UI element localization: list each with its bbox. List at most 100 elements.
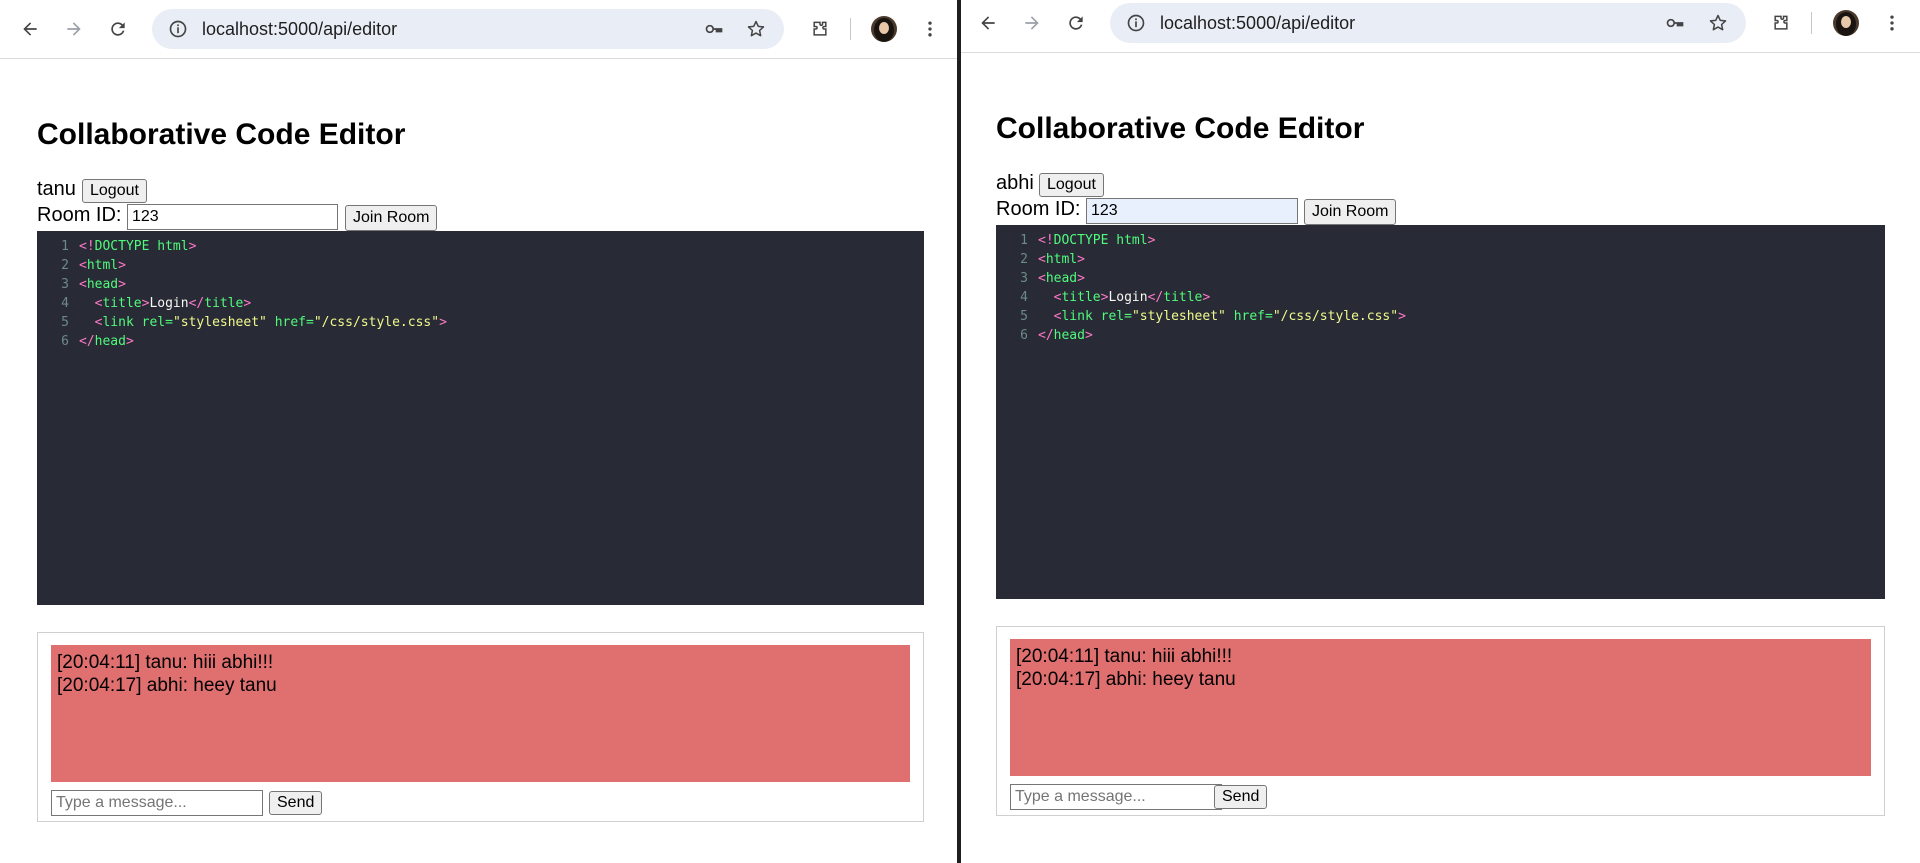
line-number: 1 [61, 239, 69, 254]
code-token: head [86, 277, 119, 292]
browser-window-right: localhost:5000/api/editor Collaborative … [961, 0, 1920, 863]
url-text: localhost:5000/api/editor [202, 19, 398, 39]
code-token: "/css/style.css" [1272, 309, 1399, 324]
code-token: </ [1038, 328, 1054, 343]
room-id-input[interactable] [127, 204, 338, 230]
code-token: title [204, 296, 244, 311]
reload-icon[interactable] [102, 13, 134, 45]
code-token: < [1038, 252, 1046, 267]
line-number: 3 [1020, 271, 1028, 286]
code-token: link [1061, 309, 1093, 324]
password-key-icon[interactable] [1661, 9, 1689, 37]
line-number: 4 [1020, 290, 1028, 305]
bookmark-star-icon[interactable] [1704, 9, 1732, 37]
code-line: 1 <!DOCTYPE html> [37, 237, 196, 256]
back-arrow-icon[interactable] [14, 13, 46, 45]
message-input[interactable] [51, 790, 263, 816]
code-token: title [102, 296, 142, 311]
line-number: 6 [1020, 328, 1028, 343]
send-button[interactable]: Send [1214, 785, 1268, 809]
page-title: Collaborative Code Editor [37, 118, 406, 151]
code-token: > [1084, 328, 1093, 343]
site-info-icon[interactable] [164, 15, 192, 43]
line-number: 5 [1020, 309, 1028, 324]
line-number: 1 [1020, 233, 1028, 248]
more-menu-icon[interactable] [1876, 7, 1908, 39]
reload-icon[interactable] [1060, 7, 1092, 39]
code-line: 6 </head> [37, 332, 134, 351]
address-bar[interactable]: localhost:5000/api/editor [152, 9, 784, 49]
code-token: > [125, 334, 134, 349]
line-number: 5 [61, 315, 69, 330]
address-bar[interactable]: localhost:5000/api/editor [1110, 3, 1746, 43]
code-token: html [86, 258, 119, 273]
code-token: > [188, 239, 197, 254]
profile-avatar[interactable] [871, 16, 897, 42]
message-input[interactable] [1010, 784, 1222, 810]
extensions-puzzle-icon[interactable] [804, 13, 836, 45]
forward-arrow-icon[interactable] [1016, 7, 1048, 39]
chat-message: [20:04:17] abhi: heey tanu [1016, 669, 1236, 690]
browser-window-left: localhost:5000/api/editor Collaborative … [0, 0, 957, 863]
code-token: <! [1038, 233, 1054, 248]
page-content: Collaborative Code Editor tanu Logout Ro… [0, 58, 957, 863]
logout-button[interactable]: Logout [82, 179, 147, 203]
logout-button[interactable]: Logout [1039, 173, 1104, 197]
code-line: 4 <title>Login</title> [996, 288, 1210, 307]
code-token: </ [188, 296, 205, 311]
code-token: > [243, 296, 252, 311]
code-token: > [439, 315, 447, 330]
line-number: 2 [61, 258, 69, 273]
code-token: rel= [141, 315, 173, 330]
code-token: title [1163, 290, 1203, 305]
code-line: 2 <html> [996, 250, 1085, 269]
code-token: html [1045, 252, 1078, 267]
profile-avatar[interactable] [1833, 10, 1859, 36]
code-token: > [1077, 252, 1085, 267]
join-room-button[interactable]: Join Room [1304, 199, 1397, 225]
toolbar-separator [1811, 12, 1812, 34]
code-token: > [1398, 309, 1406, 324]
code-token: "/css/style.css" [313, 315, 440, 330]
extensions-puzzle-icon[interactable] [1765, 7, 1797, 39]
line-number: 3 [61, 277, 69, 292]
code-token: href= [274, 315, 314, 330]
code-token: > [1202, 290, 1211, 305]
password-key-icon[interactable] [700, 15, 728, 43]
code-line: 5 <link rel="stylesheet" href="/css/styl… [37, 313, 447, 332]
code-editor[interactable]: 1 <!DOCTYPE html> 2 <html> 3 <head> 4 <title>L… [996, 225, 1885, 599]
back-arrow-icon[interactable] [972, 7, 1004, 39]
code-token: head [1053, 328, 1085, 343]
bookmark-star-icon[interactable] [742, 15, 770, 43]
page-title: Collaborative Code Editor [996, 112, 1365, 145]
forward-arrow-icon[interactable] [58, 13, 90, 45]
line-number: 2 [1020, 252, 1028, 267]
more-menu-icon[interactable] [914, 13, 946, 45]
room-id-input[interactable] [1086, 198, 1298, 224]
chat-message: [20:04:17] abhi: heey tanu [57, 675, 277, 696]
browser-toolbar: localhost:5000/api/editor [961, 0, 1920, 53]
code-line: 1 <!DOCTYPE html> [996, 231, 1155, 250]
code-token: </ [1147, 290, 1164, 305]
code-token: < [1038, 271, 1046, 286]
site-info-icon[interactable] [1122, 9, 1150, 37]
chat-message: [20:04:11] tanu: hiii abhi!!! [1016, 646, 1233, 667]
code-token: Login [149, 296, 189, 311]
code-token: "stylesheet" [172, 315, 267, 330]
chat-panel: [20:04:11] tanu: hiii abhi!!! [20:04:17]… [996, 626, 1885, 816]
join-room-button[interactable]: Join Room [345, 205, 438, 231]
code-token: > [1147, 233, 1156, 248]
chat-messages: [20:04:11] tanu: hiii abhi!!! [20:04:17]… [1010, 639, 1871, 776]
room-id-label: Room ID: [996, 198, 1081, 220]
code-editor[interactable]: 1 <!DOCTYPE html> 2 <html> 3 <head> 4 <title>L… [37, 231, 924, 605]
chat-messages: [20:04:11] tanu: hiii abhi!!! [20:04:17]… [51, 645, 910, 782]
line-number: 6 [61, 334, 69, 349]
code-token: > [1077, 271, 1085, 286]
code-token: head [94, 334, 126, 349]
send-button[interactable]: Send [269, 791, 323, 815]
